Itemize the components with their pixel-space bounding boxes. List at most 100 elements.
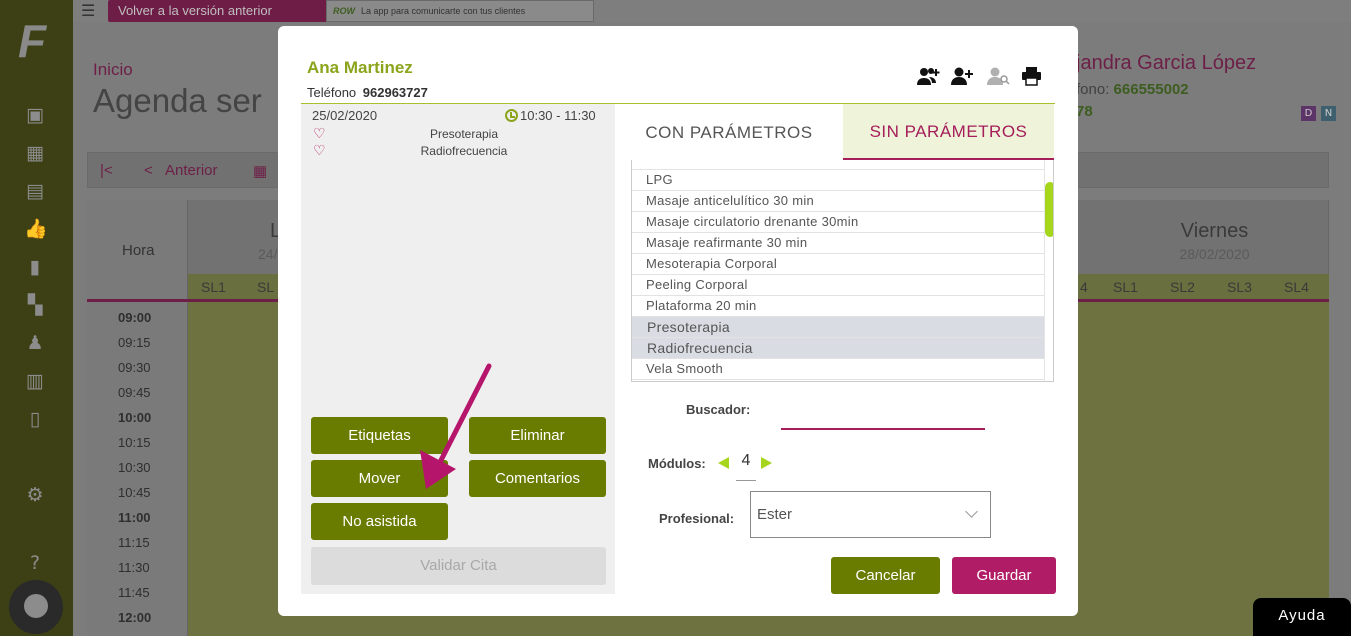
calendar-icon[interactable]: ▦ [253, 162, 267, 180]
top-bar: ☰ Volver a la versión anterior ROW La app… [73, 0, 1351, 22]
ad-banner[interactable]: ROW La app para comunicarte con tus clien… [326, 0, 594, 22]
heart-icon[interactable]: ♡ [313, 126, 326, 140]
add-group-icon[interactable] [916, 66, 940, 86]
slot-label: SL [257, 279, 275, 295]
cancel-button[interactable]: Cancelar [831, 557, 940, 594]
day-date: 28/02/2020 [1179, 246, 1250, 262]
grid-plus-icon[interactable]: ▚ [24, 294, 46, 316]
time-label: 09:45 [118, 385, 151, 400]
phone-value: 962963727 [362, 85, 428, 100]
increment-arrow-icon[interactable] [761, 457, 772, 469]
client-name: Ana Martinez [307, 58, 413, 77]
list-item[interactable]: Presoterapia [632, 317, 1044, 338]
chevron-down-icon [965, 505, 978, 518]
slot-label: SL2 [1170, 279, 1195, 295]
hour-header: Hora [122, 242, 155, 259]
time-label: 11:00 [118, 510, 151, 525]
profesional-select[interactable]: Ester [750, 491, 991, 538]
ad-brand: ROW [333, 6, 355, 16]
avatar[interactable] [9, 580, 63, 634]
time-label: 09:15 [118, 335, 151, 350]
scrollbar-thumb[interactable] [1045, 182, 1053, 237]
sidebar: F ▣ ▦ ▤ 👍 ▮ ▚ ♟ ▥ ▯ ⚙ ? [0, 0, 73, 636]
search-input[interactable] [781, 406, 985, 430]
thumbs-up-icon[interactable]: 👍 [24, 218, 48, 240]
heart-icon[interactable]: ♡ [313, 143, 326, 157]
profesional-label: Profesional: [659, 511, 735, 526]
background-client-number: 78 [1076, 103, 1093, 120]
mover-button[interactable]: Mover [311, 460, 448, 497]
day-name: Viernes [1180, 220, 1249, 242]
list-item[interactable]: Plataforma 20 min [632, 296, 1044, 317]
list-item[interactable]: Masaje circulatorio drenante 30min [632, 212, 1044, 233]
page-title: Agenda ser [93, 82, 262, 119]
clipboard-list-icon[interactable]: ▥ [24, 370, 46, 392]
appointment-date: 25/02/2020 [312, 108, 378, 123]
list-item[interactable]: Masaje reafirmante 30 min [632, 233, 1044, 254]
buscador-label: Buscador: [686, 402, 751, 417]
calendar-icon[interactable]: ▦ [24, 142, 46, 164]
clock-icon [505, 109, 518, 122]
tab-sin-parametros[interactable]: SIN PARÁMETROS [843, 104, 1054, 162]
save-button[interactable]: Guardar [952, 557, 1056, 594]
app-logo: F [18, 15, 47, 67]
time-label: 12:00 [118, 610, 152, 625]
client-phone: Teléfono 962963727 [307, 85, 428, 100]
breadcrumb[interactable]: Inicio [93, 60, 133, 80]
list-item[interactable]: Mesoterapia Corporal [632, 254, 1044, 275]
decrement-arrow-icon[interactable] [718, 457, 729, 469]
service-list: LPG Masaje anticelulítico 30 min Masaje ci… [631, 160, 1054, 382]
archive-icon[interactable]: ▤ [24, 180, 46, 202]
slot-label: SL1 [1113, 279, 1138, 295]
time-label: 10:45 [118, 485, 151, 500]
time-label: 11:45 [118, 585, 150, 600]
first-page-icon[interactable]: |< [100, 162, 113, 179]
hamburger-menu-icon[interactable]: ☰ [81, 1, 95, 20]
help-button[interactable]: Ayuda [1253, 598, 1351, 636]
clipboard-user-icon[interactable]: ▣ [24, 104, 46, 126]
time-label: 10:00 [118, 410, 152, 425]
appointment-time: 10:30 - 11:30 [505, 108, 596, 123]
modulos-label: Módulos: [648, 456, 706, 471]
comentarios-button[interactable]: Comentarios [469, 460, 606, 497]
bar-chart-icon[interactable]: ▮ [24, 256, 46, 278]
badge-d: D [1301, 106, 1316, 121]
time-label: 10:15 [118, 435, 151, 450]
slot-label: SL1 [201, 279, 226, 295]
etiquetas-button[interactable]: Etiquetas [311, 417, 448, 454]
previous-button[interactable]: Anterior [165, 162, 218, 179]
time-label: 11:30 [118, 560, 150, 575]
print-icon[interactable] [1020, 66, 1044, 86]
appointment-service: ♡ Presoterapia [313, 125, 499, 141]
list-item[interactable] [632, 160, 1044, 170]
time-label: 09:30 [118, 360, 151, 375]
time-label: 11:15 [118, 535, 150, 550]
document-icon[interactable]: ▯ [24, 408, 46, 430]
ad-text: La app para comunicarte con tus clientes [361, 6, 526, 16]
badge-n: N [1321, 106, 1336, 121]
previous-chevron-icon[interactable]: < [144, 162, 153, 179]
no-asistida-button[interactable]: No asistida [311, 503, 448, 540]
appointment-service: ♡ Radiofrecuencia [313, 142, 508, 158]
gear-icon[interactable]: ⚙ [24, 484, 46, 506]
user-check-icon[interactable]: ♟ [24, 332, 46, 354]
list-item[interactable]: Masaje anticelulítico 30 min [632, 191, 1044, 212]
slot-label: SL4 [1284, 279, 1309, 295]
add-user-icon[interactable] [950, 66, 974, 86]
time-label: 10:30 [118, 460, 151, 475]
eliminar-button[interactable]: Eliminar [469, 417, 606, 454]
validar-cita-button[interactable]: Validar Cita [311, 547, 606, 585]
search-user-icon[interactable] [986, 66, 1010, 86]
slot-label: 4 [1080, 279, 1088, 295]
slot-label: SL3 [1227, 279, 1252, 295]
help-icon[interactable]: ? [24, 552, 46, 574]
tab-con-parametros[interactable]: CON PARÁMETROS [615, 104, 843, 162]
time-label: 09:00 [118, 310, 152, 325]
list-item[interactable]: Radiofrecuencia [632, 338, 1044, 359]
appointment-panel: 25/02/2020 10:30 - 11:30 ♡ Presoterapia … [301, 104, 615, 594]
modulos-value[interactable]: 4 [736, 451, 756, 481]
list-item[interactable]: LPG [632, 170, 1044, 191]
list-item[interactable]: Vela Smooth [632, 359, 1044, 380]
profesional-value: Ester [757, 506, 793, 523]
list-item[interactable]: Peeling Corporal [632, 275, 1044, 296]
